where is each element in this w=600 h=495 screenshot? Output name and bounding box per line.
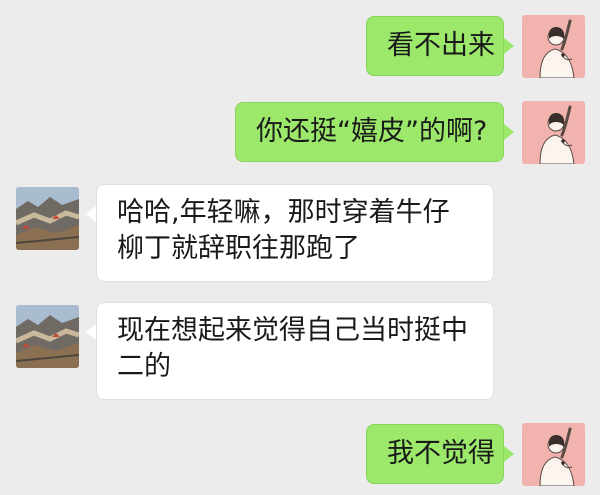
- message-text: 哈哈,年轻嘛，那时穿着牛仔柳丁就辞职往那跑了: [117, 197, 450, 264]
- my-avatar-icon[interactable]: [522, 101, 585, 164]
- message-text: 看不出来: [387, 30, 495, 61]
- bubble-tail: [86, 324, 96, 340]
- bubble-tail: [504, 124, 514, 140]
- chat-message-incoming: 哈哈,年轻嘛，那时穿着牛仔柳丁就辞职往那跑了: [0, 184, 600, 284]
- chat-message-incoming: 现在想起来觉得自己当时挺中二的: [0, 302, 600, 402]
- message-bubble[interactable]: 你还挺“嬉皮”的啊?: [235, 102, 504, 162]
- bubble-tail: [504, 38, 514, 54]
- chat-message-outgoing: 看不出来: [0, 12, 600, 80]
- my-avatar-icon[interactable]: [522, 423, 585, 486]
- bubble-tail: [86, 206, 96, 222]
- contact-avatar-icon[interactable]: [16, 187, 79, 250]
- message-bubble[interactable]: 看不出来: [366, 16, 504, 76]
- message-text: 现在想起来觉得自己当时挺中二的: [117, 315, 468, 382]
- bubble-tail: [504, 446, 514, 462]
- my-avatar-icon[interactable]: [522, 15, 585, 78]
- message-text: 你还挺“嬉皮”的啊?: [256, 116, 488, 147]
- message-bubble[interactable]: 现在想起来觉得自己当时挺中二的: [96, 302, 494, 400]
- message-text: 我不觉得: [387, 438, 495, 469]
- contact-avatar-icon[interactable]: [16, 305, 79, 368]
- message-bubble[interactable]: 哈哈,年轻嘛，那时穿着牛仔柳丁就辞职往那跑了: [96, 184, 494, 282]
- message-bubble[interactable]: 我不觉得: [366, 424, 504, 484]
- chat-message-outgoing: 你还挺“嬉皮”的啊?: [0, 98, 600, 166]
- chat-message-outgoing: 我不觉得: [0, 420, 600, 488]
